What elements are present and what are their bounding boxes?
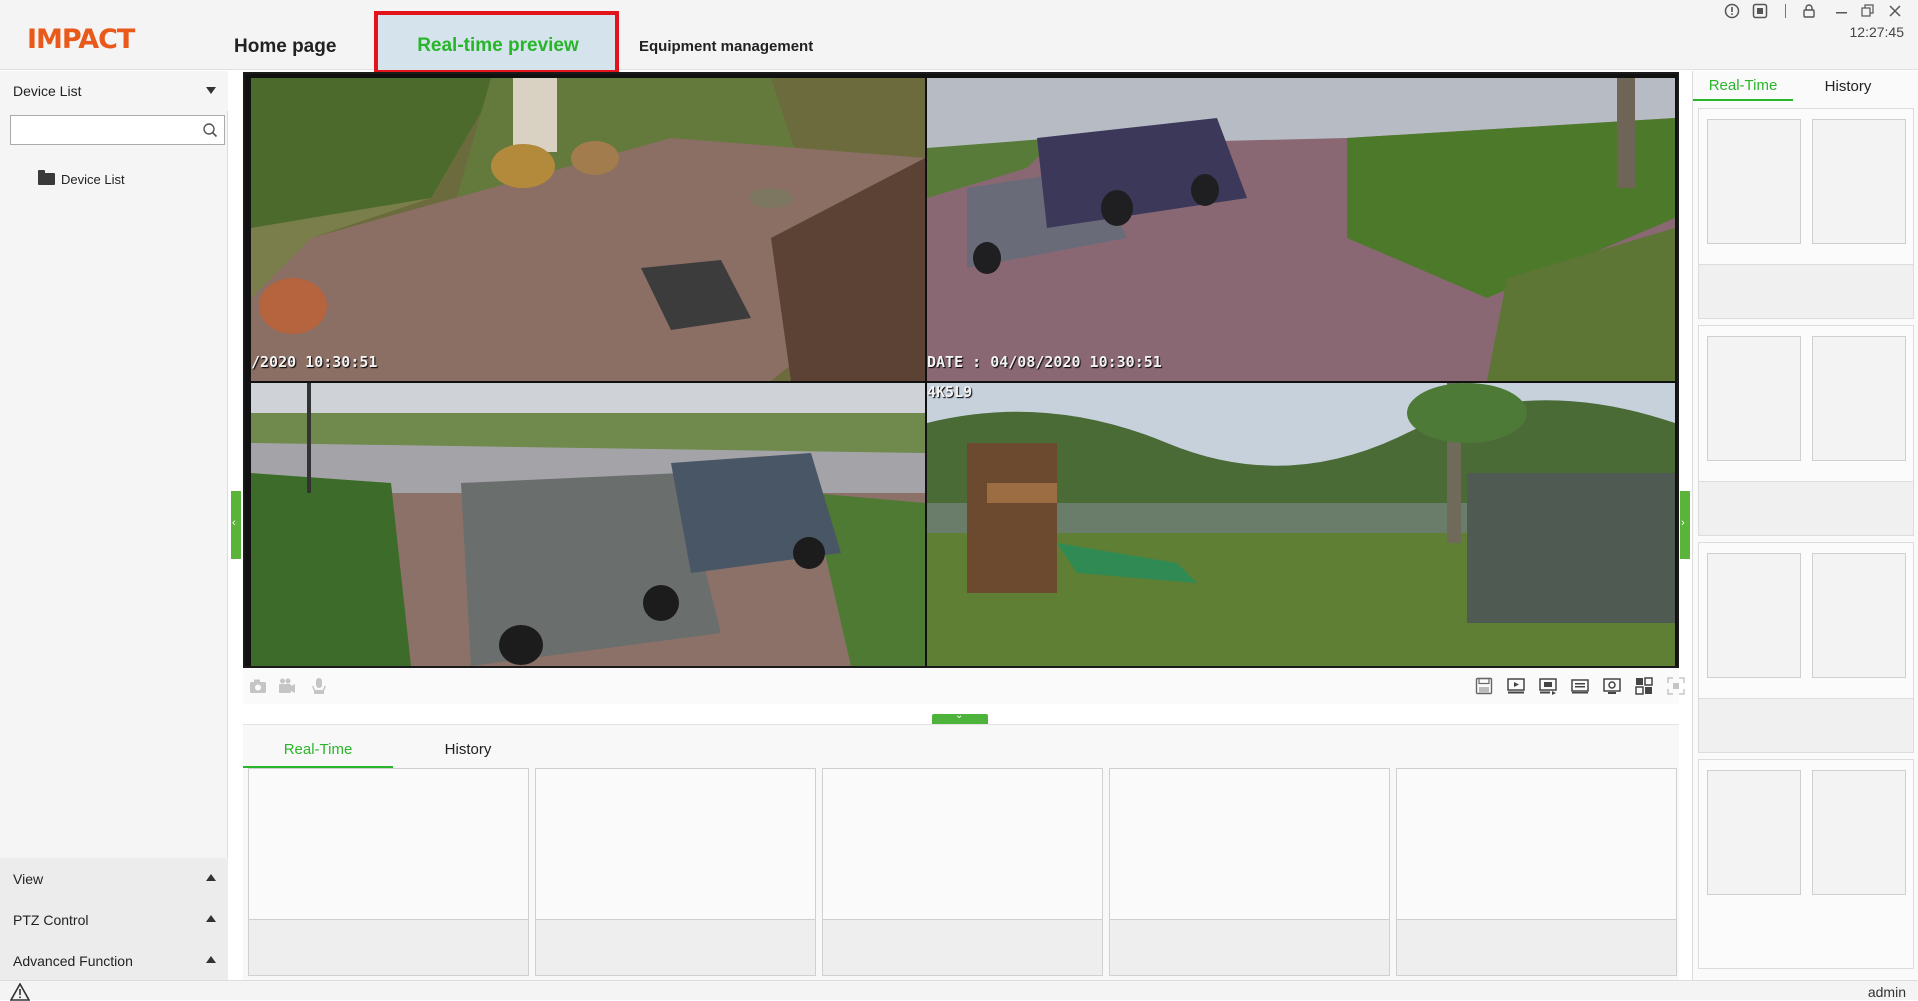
- section-advanced-function[interactable]: Advanced Function: [0, 940, 228, 981]
- fullscreen-icon[interactable]: [1667, 677, 1685, 695]
- clock: 12:27:45: [1849, 24, 1905, 40]
- info-icon[interactable]: [1724, 3, 1740, 19]
- alarm-group[interactable]: [1698, 759, 1914, 969]
- group-caption: [1699, 481, 1913, 535]
- close-icon[interactable]: [1887, 3, 1903, 19]
- current-user: admin: [1867, 984, 1906, 1000]
- window-divider: [1785, 4, 1786, 18]
- thumbnail[interactable]: [1812, 770, 1906, 895]
- capture-tile[interactable]: [248, 768, 529, 976]
- capture-tile[interactable]: [822, 768, 1103, 976]
- tab-home-page[interactable]: Home page: [234, 0, 336, 70]
- camera-view-2[interactable]: DATE : 04/08/2020 10:30:51: [927, 78, 1675, 381]
- tile-caption: [1397, 919, 1676, 975]
- save-layout-icon[interactable]: [1475, 677, 1493, 695]
- capture-tile[interactable]: [1109, 768, 1390, 976]
- collapse-bottom-panel-button[interactable]: ⌄: [932, 710, 988, 724]
- section-label: Advanced Function: [13, 953, 133, 969]
- chevron-right-icon: ›: [1681, 517, 1685, 529]
- camera-view-4[interactable]: 4K5L9: [927, 383, 1675, 666]
- alarm-group[interactable]: [1698, 325, 1914, 536]
- collapse-left-toggle[interactable]: ‹: [231, 491, 241, 559]
- device-list-header[interactable]: Device List: [0, 71, 228, 111]
- camera-3-image: [251, 383, 925, 666]
- thumbnail[interactable]: [1707, 119, 1801, 244]
- tab-real-time[interactable]: Real-Time: [243, 730, 393, 768]
- intercom-icon[interactable]: [310, 677, 328, 695]
- tab-equipment-management[interactable]: Equipment management: [639, 0, 813, 70]
- play-all-icon[interactable]: [1507, 677, 1525, 695]
- thumbnail[interactable]: [1812, 336, 1906, 461]
- chevron-down-icon: [206, 87, 216, 94]
- tree-item-label: Device List: [61, 172, 125, 187]
- collapse-right-toggle[interactable]: ›: [1680, 491, 1690, 559]
- right-tabs: Real-Time History: [1693, 71, 1918, 109]
- tab-real-time[interactable]: Real-Time: [1693, 71, 1793, 101]
- camera-1-image: [251, 78, 925, 381]
- alarm-group[interactable]: [1698, 542, 1914, 753]
- tab-history[interactable]: History: [393, 730, 543, 768]
- thumbnail[interactable]: [1707, 770, 1801, 895]
- chevron-up-icon: [206, 874, 216, 881]
- lock-icon[interactable]: [1801, 3, 1817, 19]
- section-label: View: [13, 871, 44, 887]
- search-input[interactable]: [15, 119, 195, 141]
- screen-settings-icon[interactable]: [1603, 677, 1621, 695]
- bottom-panel: Real-Time History: [243, 724, 1679, 980]
- camera-view-1[interactable]: /2020 10:30:51: [251, 78, 925, 381]
- tab-history[interactable]: History: [1793, 71, 1903, 101]
- minimize-icon[interactable]: [1834, 3, 1850, 19]
- camera-view-3[interactable]: [251, 383, 925, 666]
- status-bar: admin: [0, 980, 1918, 1001]
- folder-icon: [38, 170, 55, 185]
- left-sidebar: Device List Device List View PTZ Control…: [0, 71, 228, 981]
- camera-4-label: 4K5L9: [927, 383, 973, 401]
- thumbnail[interactable]: [1812, 119, 1906, 244]
- section-label: PTZ Control: [13, 912, 89, 928]
- camera-2-timestamp: DATE : 04/08/2020 10:30:51: [927, 353, 1162, 371]
- highlight-box: [374, 11, 619, 74]
- tile-caption: [1110, 919, 1389, 975]
- thumbnail[interactable]: [1707, 336, 1801, 461]
- group-caption: [1699, 264, 1913, 318]
- video-toolbar: [243, 668, 1685, 704]
- app-logo: IMPACT: [27, 24, 135, 55]
- video-grid[interactable]: /2020 10:30:51 DATE : 04/08/2020 10:30:5…: [243, 72, 1679, 668]
- camera-2-image: [927, 78, 1675, 381]
- record-icon[interactable]: [1752, 3, 1768, 19]
- tree-item-device-list[interactable]: Device List: [38, 170, 125, 190]
- section-ptz-control[interactable]: PTZ Control: [0, 899, 228, 940]
- camera-1-timestamp: /2020 10:30:51: [251, 353, 378, 371]
- grid-layout-icon[interactable]: [1635, 677, 1653, 695]
- search-icon[interactable]: [202, 122, 218, 138]
- stream-switch-icon[interactable]: [1571, 677, 1589, 695]
- group-caption: [1699, 698, 1913, 752]
- chevron-up-icon: [206, 956, 216, 963]
- capture-tile[interactable]: [535, 768, 816, 976]
- capture-tile[interactable]: [1396, 768, 1677, 976]
- tile-caption: [249, 919, 528, 975]
- record-video-icon[interactable]: [278, 677, 296, 695]
- top-bar: IMPACT Home page Real-time preview Equip…: [0, 0, 1918, 74]
- warning-icon[interactable]: [10, 983, 30, 1001]
- tile-caption: [536, 919, 815, 975]
- search-box: [10, 115, 225, 145]
- section-view[interactable]: View: [0, 858, 228, 899]
- thumbnail[interactable]: [1812, 553, 1906, 678]
- chevron-up-icon: [206, 915, 216, 922]
- bottom-tabs: Real-Time History: [243, 730, 543, 768]
- chevron-left-icon: ‹: [232, 517, 236, 529]
- thumbnail[interactable]: [1707, 553, 1801, 678]
- right-panel: Real-Time History: [1692, 71, 1918, 980]
- device-list-title: Device List: [13, 83, 82, 99]
- snapshot-icon[interactable]: [249, 677, 267, 695]
- chevron-down-icon: ⌄: [955, 710, 964, 721]
- restore-icon[interactable]: [1860, 3, 1876, 19]
- camera-4-image: [927, 383, 1675, 666]
- tile-caption: [823, 919, 1102, 975]
- stop-all-icon[interactable]: [1539, 677, 1557, 695]
- alarm-group[interactable]: [1698, 108, 1914, 319]
